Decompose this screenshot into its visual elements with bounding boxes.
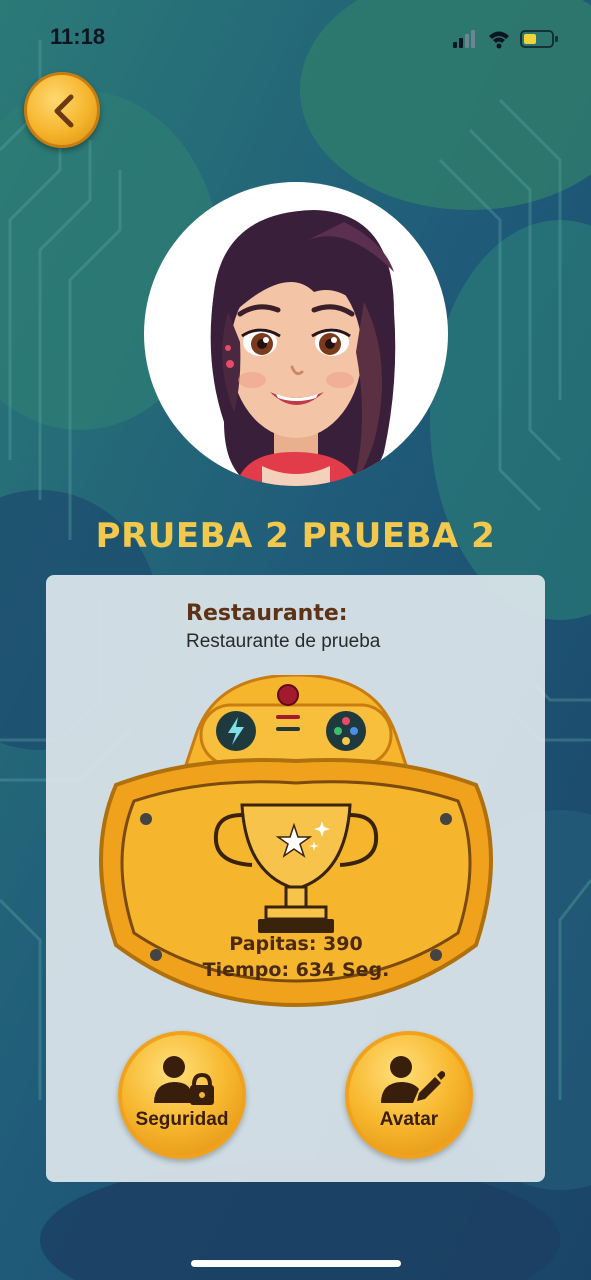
profile-card: Restaurante: Restaurante de prueba Papit… [46,575,545,1182]
home-indicator [191,1260,401,1267]
girl-avatar-illustration [210,210,396,486]
energy-icon [216,711,256,751]
status-bar: 11:18 [0,0,591,70]
papitas-stat: Papitas: 390 [229,933,363,955]
user-lock-icon [154,1056,214,1105]
avatar-button[interactable]: Avatar [345,1031,473,1159]
back-button[interactable] [24,72,100,148]
user-edit-icon [381,1056,445,1103]
gamepad-buttons-icon [326,711,366,751]
chevron-left-icon [54,94,74,128]
signal-icon [453,30,475,48]
restaurant-label: Restaurante: [186,601,348,626]
game-controller-badge [99,673,493,1008]
restaurant-value: Restaurante de prueba [186,631,381,652]
status-icons [453,30,558,49]
wifi-icon [489,31,509,49]
battery-icon [520,30,558,48]
time-stat: Tiempo: 634 Seg. [202,959,390,981]
security-label: Seguridad [135,1109,229,1130]
status-time: 11:18 [50,24,106,49]
avatar [144,182,448,486]
user-name: PRUEBA 2 PRUEBA 2 [95,516,496,556]
trophy-panel: Papitas: 390 Tiempo: 634 Seg. [76,673,516,1035]
security-button[interactable]: Seguridad [118,1031,246,1159]
avatar-label: Avatar [379,1109,439,1130]
